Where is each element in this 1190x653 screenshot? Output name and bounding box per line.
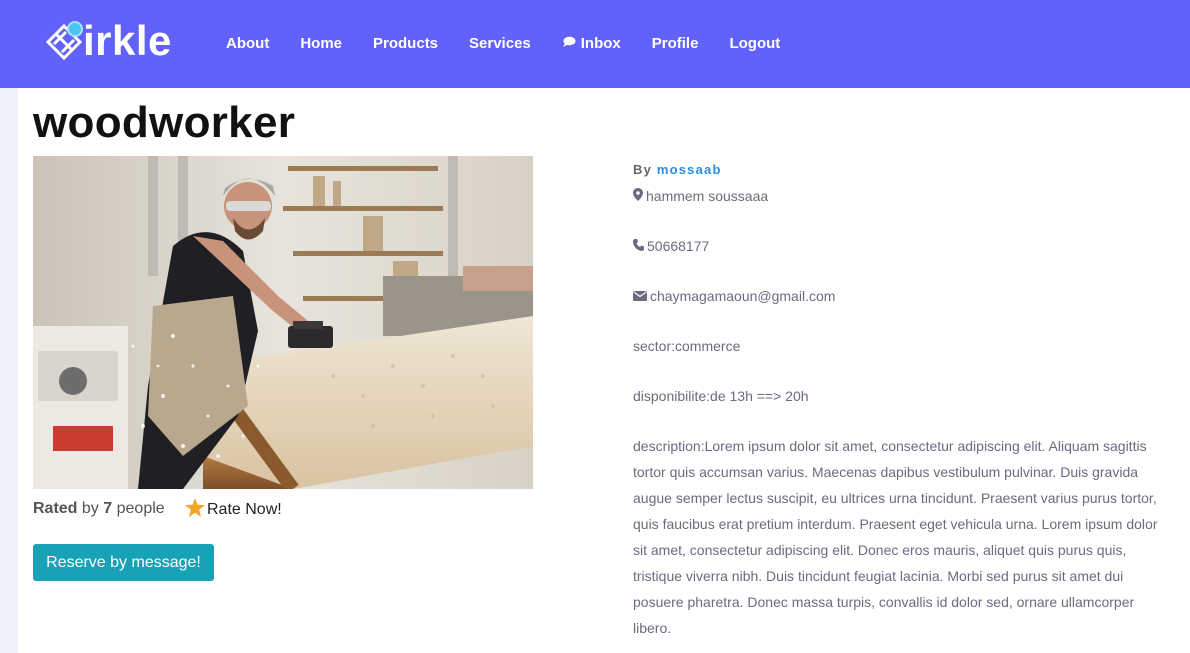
email-text: chaymagamaoun@gmail.com xyxy=(650,288,836,304)
availability-row: disponibilite:de 13h ==> 20h xyxy=(633,387,1163,405)
sector-row: sector:commerce xyxy=(633,337,1163,355)
navbar: irkle About Home Products Services Inbox… xyxy=(0,0,1190,88)
logo-icon xyxy=(42,20,84,62)
listing-card: woodworker Rated by 7 people Rate Now! R… xyxy=(18,88,1190,653)
nav-label: Products xyxy=(373,35,439,52)
location-text: hammem soussaaa xyxy=(646,188,769,204)
nav-label: Home xyxy=(300,35,343,52)
rating-by: by xyxy=(81,500,99,517)
nav-profile[interactable]: Profile xyxy=(652,35,699,53)
phone-icon xyxy=(633,238,644,254)
nav-label: About xyxy=(226,35,270,52)
main-nav: About Home Products Services Inbox Profi… xyxy=(226,35,811,53)
nav-label: Logout xyxy=(729,35,781,52)
nav-label: Profile xyxy=(651,35,699,52)
sector-text: sector:commerce xyxy=(633,338,741,354)
chat-bubble-icon xyxy=(562,35,576,53)
description-text: description:Lorem ipsum dolor sit amet, … xyxy=(633,438,1158,636)
envelope-icon xyxy=(633,288,647,304)
email-row: chaymagamaoun@gmail.com xyxy=(633,287,1163,305)
nav-logout[interactable]: Logout xyxy=(729,35,780,53)
listing-details: By mossaab hammem soussaaa 50668177 chay… xyxy=(633,162,1163,641)
rating-people: people xyxy=(116,500,165,517)
nav-products[interactable]: Products xyxy=(373,35,438,53)
nav-services[interactable]: Services xyxy=(469,35,531,53)
rate-now-label: Rate Now! xyxy=(207,501,282,518)
reserve-button[interactable]: Reserve by message! xyxy=(33,544,214,581)
rate-now-link[interactable]: Rate Now! xyxy=(185,498,282,522)
author-line: By mossaab xyxy=(633,162,1163,177)
rated-label: Rated xyxy=(33,500,78,517)
page-title: woodworker xyxy=(33,98,296,147)
brand-name: irkle xyxy=(83,17,172,64)
rating-count: 7 xyxy=(103,500,113,517)
nav-about[interactable]: About xyxy=(226,35,269,53)
nav-label: Services xyxy=(469,35,531,52)
author-link[interactable]: mossaab xyxy=(657,162,722,177)
by-label: By xyxy=(633,162,653,177)
star-icon xyxy=(185,498,205,522)
location-row: hammem soussaaa xyxy=(633,187,1163,205)
nav-home[interactable]: Home xyxy=(300,35,342,53)
availability-text: disponibilite:de 13h ==> 20h xyxy=(633,388,809,404)
nav-inbox[interactable]: Inbox xyxy=(562,35,621,53)
phone-text: 50668177 xyxy=(647,238,710,254)
phone-row: 50668177 xyxy=(633,237,1163,255)
map-marker-icon xyxy=(633,188,643,204)
brand-logo-link[interactable]: irkle xyxy=(42,16,172,66)
nav-label: Inbox xyxy=(580,35,621,52)
listing-photo xyxy=(33,156,533,489)
rating-summary: Rated by 7 people xyxy=(33,500,165,518)
